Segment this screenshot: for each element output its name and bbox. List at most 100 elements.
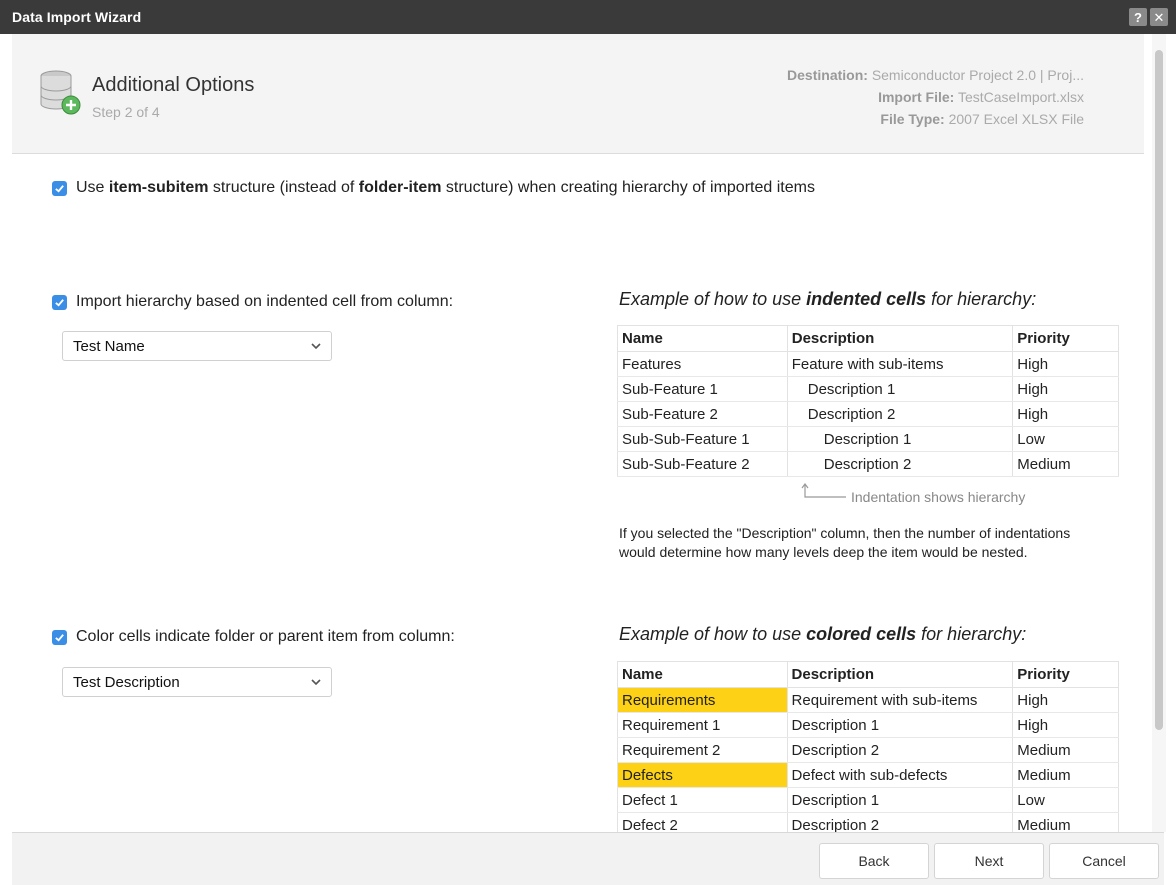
import-file-value: TestCaseImport.xlsx xyxy=(957,89,1084,105)
color-heading-text-1: Example of how to use xyxy=(619,624,807,644)
import-summary: Destination: Semiconductor Project 2.0 |… xyxy=(787,64,1084,130)
structure-label: Use item-subitem structure (instead of f… xyxy=(76,179,815,197)
window-title: Data Import Wizard xyxy=(12,9,142,25)
table-cell: Requirement 1 xyxy=(617,712,788,738)
color-heading-bold: colored cells xyxy=(806,624,917,644)
chevron-down-icon[interactable] xyxy=(301,668,331,696)
hierarchy-arrow-icon xyxy=(801,483,846,498)
table-cell: Description 2 xyxy=(786,812,1013,832)
file-type-value: 2007 Excel XLSX File xyxy=(948,111,1084,127)
table-cell: Medium xyxy=(1012,812,1119,832)
highlighted-cell: Defects xyxy=(617,762,788,788)
table-cell: Defect 2 xyxy=(617,812,788,832)
title-bar: Data Import Wizard ? ✕ xyxy=(0,0,1176,34)
table-cell: Defect with sub-defects xyxy=(786,762,1013,788)
structure-text-2: structure (instead of xyxy=(208,179,359,196)
indentation-explanation: If you selected the "Description" column… xyxy=(619,525,1071,560)
check-icon xyxy=(55,184,64,193)
wizard-header: Additional Options Step 2 of 4 Destinati… xyxy=(12,34,1144,154)
step-indicator: Step 2 of 4 xyxy=(92,104,160,120)
table-cell: Requirement 2 xyxy=(617,737,788,763)
cancel-button[interactable]: Cancel xyxy=(1049,843,1159,879)
table-row: Sub-Sub-Feature 2 Description 2 Medium xyxy=(617,451,1119,477)
close-button[interactable]: ✕ xyxy=(1150,8,1168,26)
table-cell: Medium xyxy=(1012,737,1119,763)
structure-checkbox[interactable] xyxy=(52,180,67,196)
indent-column-value: Test Name xyxy=(73,337,145,355)
window-controls: ? ✕ xyxy=(1129,8,1168,26)
indented-label: Import hierarchy based on indented cell … xyxy=(76,293,454,310)
table-cell: Medium xyxy=(1012,451,1119,477)
table-cell: Requirement with sub-items xyxy=(786,687,1013,713)
table-cell: Feature with sub-items xyxy=(786,351,1013,377)
color-column-value: Test Description xyxy=(73,673,180,691)
wizard-window: Data Import Wizard ? ✕ Additional Option… xyxy=(0,0,1176,885)
colored-option[interactable]: Color cells indicate folder or parent it… xyxy=(52,628,455,646)
color-example-heading: Example of how to use colored cells for … xyxy=(619,624,1026,645)
colored-label: Color cells indicate folder or parent it… xyxy=(76,628,455,645)
destination-line: Destination: Semiconductor Project 2.0 |… xyxy=(787,64,1084,86)
table-row: Requirement 2 Description 2 Medium xyxy=(617,737,1119,763)
table-cell: Sub-Sub-Feature 2 xyxy=(617,451,788,477)
table-cell: Defect 1 xyxy=(617,787,788,813)
table-row: Requirement 1 Description 1 High xyxy=(617,712,1119,738)
table-cell: High xyxy=(1012,351,1119,377)
check-icon xyxy=(55,298,64,307)
color-example-table: Name Description Priority Requirements R… xyxy=(617,661,1119,832)
table-cell: Description 1 xyxy=(786,426,1013,452)
color-column-select[interactable]: Test Description xyxy=(62,667,332,697)
table-row: Features Feature with sub-items High xyxy=(617,351,1119,377)
column-header: Name xyxy=(617,661,788,688)
colored-checkbox[interactable] xyxy=(52,629,67,645)
column-header: Name xyxy=(617,325,788,352)
column-header: Priority xyxy=(1012,325,1119,352)
column-header: Description xyxy=(786,661,1013,688)
structure-text-1: Use xyxy=(76,179,109,196)
table-cell: Description 1 xyxy=(786,712,1013,738)
import-file-line: Import File: TestCaseImport.xlsx xyxy=(787,86,1084,108)
import-file-label: Import File: xyxy=(878,89,955,105)
table-cell: Description 2 xyxy=(786,401,1013,427)
table-row: Defects Defect with sub-defects Medium xyxy=(617,762,1119,788)
indent-example-table: Name Description Priority Features Featu… xyxy=(617,325,1119,477)
column-header: Description xyxy=(786,325,1013,352)
destination-value: Semiconductor Project 2.0 | Proj... xyxy=(871,67,1084,83)
scrollbar-thumb[interactable] xyxy=(1155,50,1163,730)
wizard-footer: Back Next Cancel xyxy=(12,832,1164,885)
indented-checkbox[interactable] xyxy=(52,294,67,310)
table-header-row: Name Description Priority xyxy=(617,325,1119,352)
table-cell: Sub-Sub-Feature 1 xyxy=(617,426,788,452)
table-cell: Sub-Feature 2 xyxy=(617,401,788,427)
structure-option[interactable]: Use item-subitem structure (instead of f… xyxy=(52,179,815,197)
indentation-note: Indentation shows hierarchy xyxy=(851,489,1026,505)
help-button[interactable]: ? xyxy=(1129,8,1147,26)
table-row: Defect 2 Description 2 Medium xyxy=(617,812,1119,832)
structure-text-3: structure) when creating hierarchy of im… xyxy=(441,179,815,196)
back-button[interactable]: Back xyxy=(819,843,929,879)
table-row: Sub-Feature 1 Description 1 High xyxy=(617,376,1119,402)
table-cell: High xyxy=(1012,687,1119,713)
column-header: Priority xyxy=(1012,661,1119,688)
structure-bold-1: item-subitem xyxy=(108,179,209,196)
indent-column-select[interactable]: Test Name xyxy=(62,331,332,361)
indent-example-heading: Example of how to use indented cells for… xyxy=(619,289,1036,310)
destination-label: Destination: xyxy=(787,67,868,83)
table-cell: Description 2 xyxy=(786,737,1013,763)
file-type-line: File Type: 2007 Excel XLSX File xyxy=(787,108,1084,130)
chevron-down-icon[interactable] xyxy=(301,332,331,360)
color-heading-text-2: for hierarchy: xyxy=(916,624,1027,644)
page-title: Additional Options xyxy=(92,74,255,96)
table-cell: Low xyxy=(1012,787,1119,813)
file-type-label: File Type: xyxy=(880,111,945,127)
table-cell: Description 1 xyxy=(786,787,1013,813)
table-cell: High xyxy=(1012,376,1119,402)
table-cell: Description 1 xyxy=(786,376,1013,402)
table-cell: High xyxy=(1012,712,1119,738)
indented-option[interactable]: Import hierarchy based on indented cell … xyxy=(52,293,453,311)
options-panel: Use item-subitem structure (instead of f… xyxy=(12,155,1144,832)
table-cell: Description 2 xyxy=(786,451,1013,477)
table-cell: Sub-Feature 1 xyxy=(617,376,788,402)
table-header-row: Name Description Priority xyxy=(617,661,1119,688)
next-button[interactable]: Next xyxy=(934,843,1044,879)
table-row: Defect 1 Description 1 Low xyxy=(617,787,1119,813)
